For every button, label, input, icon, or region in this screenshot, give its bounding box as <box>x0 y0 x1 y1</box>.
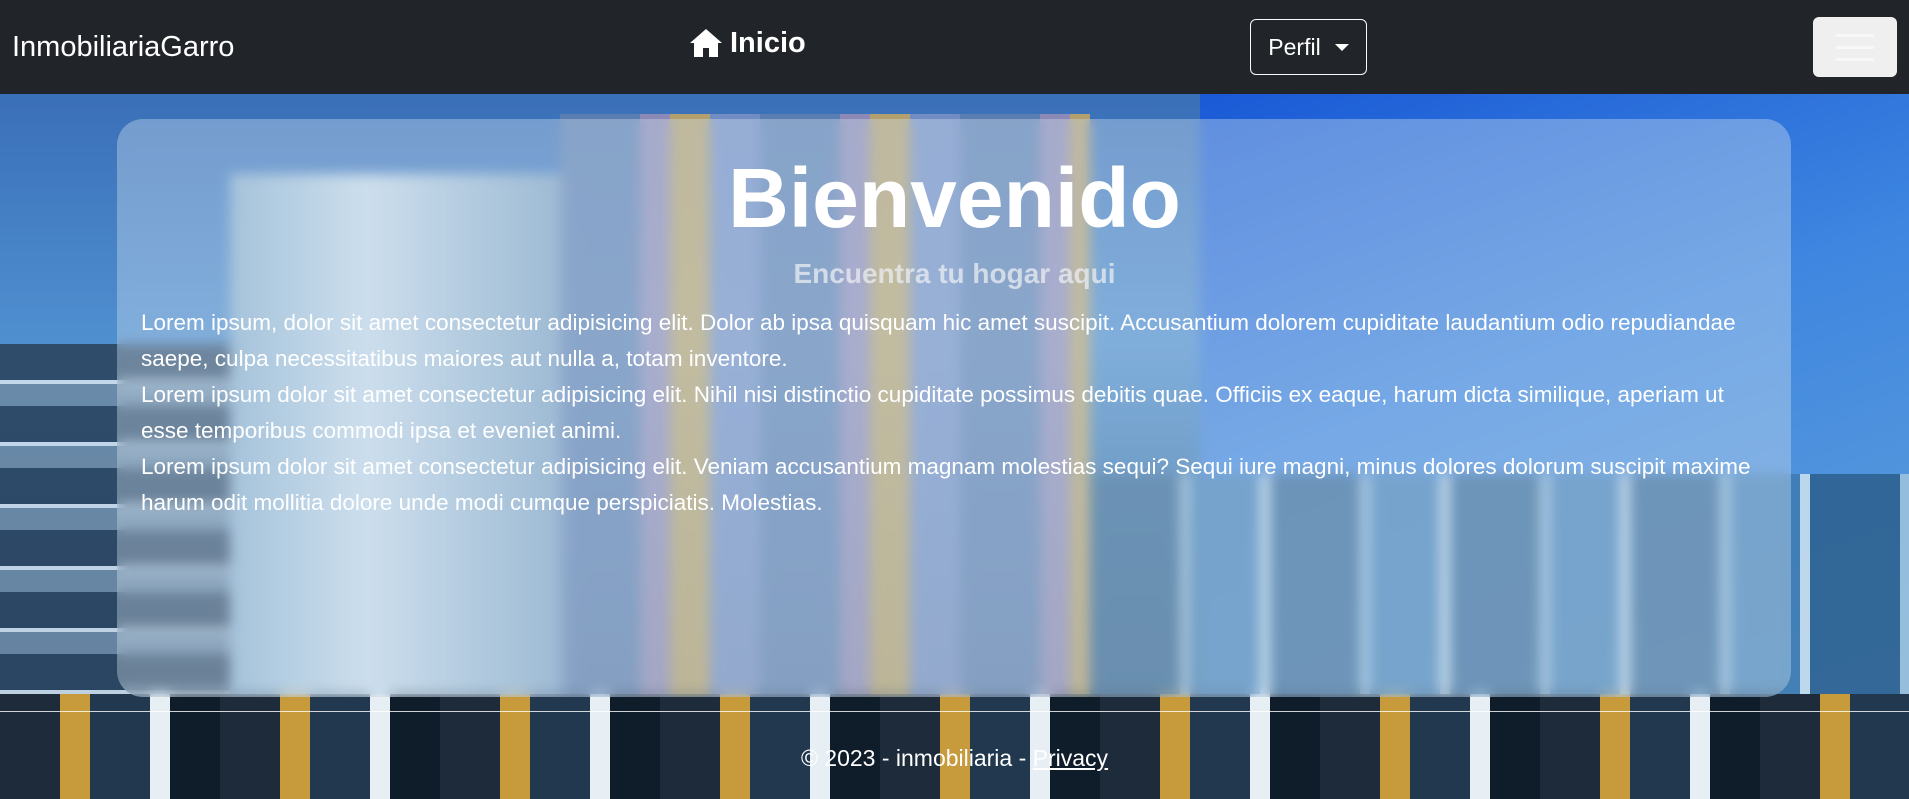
intro-paragraph: Lorem ipsum dolor sit amet consectetur a… <box>141 454 1751 515</box>
nav-link-home[interactable]: Inicio <box>688 25 806 61</box>
navbar: InmobiliariaGarro Inicio Perfil <box>0 0 1909 94</box>
page-title: Bienvenido <box>728 151 1181 245</box>
home-icon <box>690 29 722 57</box>
privacy-link[interactable]: Privacy <box>1033 745 1108 771</box>
intro-paragraph: Lorem ipsum dolor sit amet consectetur a… <box>141 382 1724 443</box>
nav-link-home-label: Inicio <box>730 26 806 59</box>
page-subtitle: Encuentra tu hogar aqui <box>793 258 1116 289</box>
intro-text: Lorem ipsum, dolor sit amet consectetur … <box>141 305 1771 521</box>
navbar-toggler-button[interactable] <box>1813 17 1897 77</box>
intro-paragraph: Lorem ipsum, dolor sit amet consectetur … <box>141 310 1736 371</box>
hamburger-menu-icon <box>1836 33 1874 37</box>
caret-down-icon <box>1334 43 1349 51</box>
profile-dropdown-button[interactable]: Perfil <box>1250 19 1367 75</box>
profile-dropdown-label: Perfil <box>1268 33 1321 60</box>
brand-link[interactable]: InmobiliariaGarro <box>12 30 234 64</box>
footer-divider <box>0 711 1909 712</box>
footer-copyright: © 2023 - inmobiliaria - <box>800 745 1033 771</box>
footer: © 2023 - inmobiliaria - Privacy <box>0 741 1909 775</box>
